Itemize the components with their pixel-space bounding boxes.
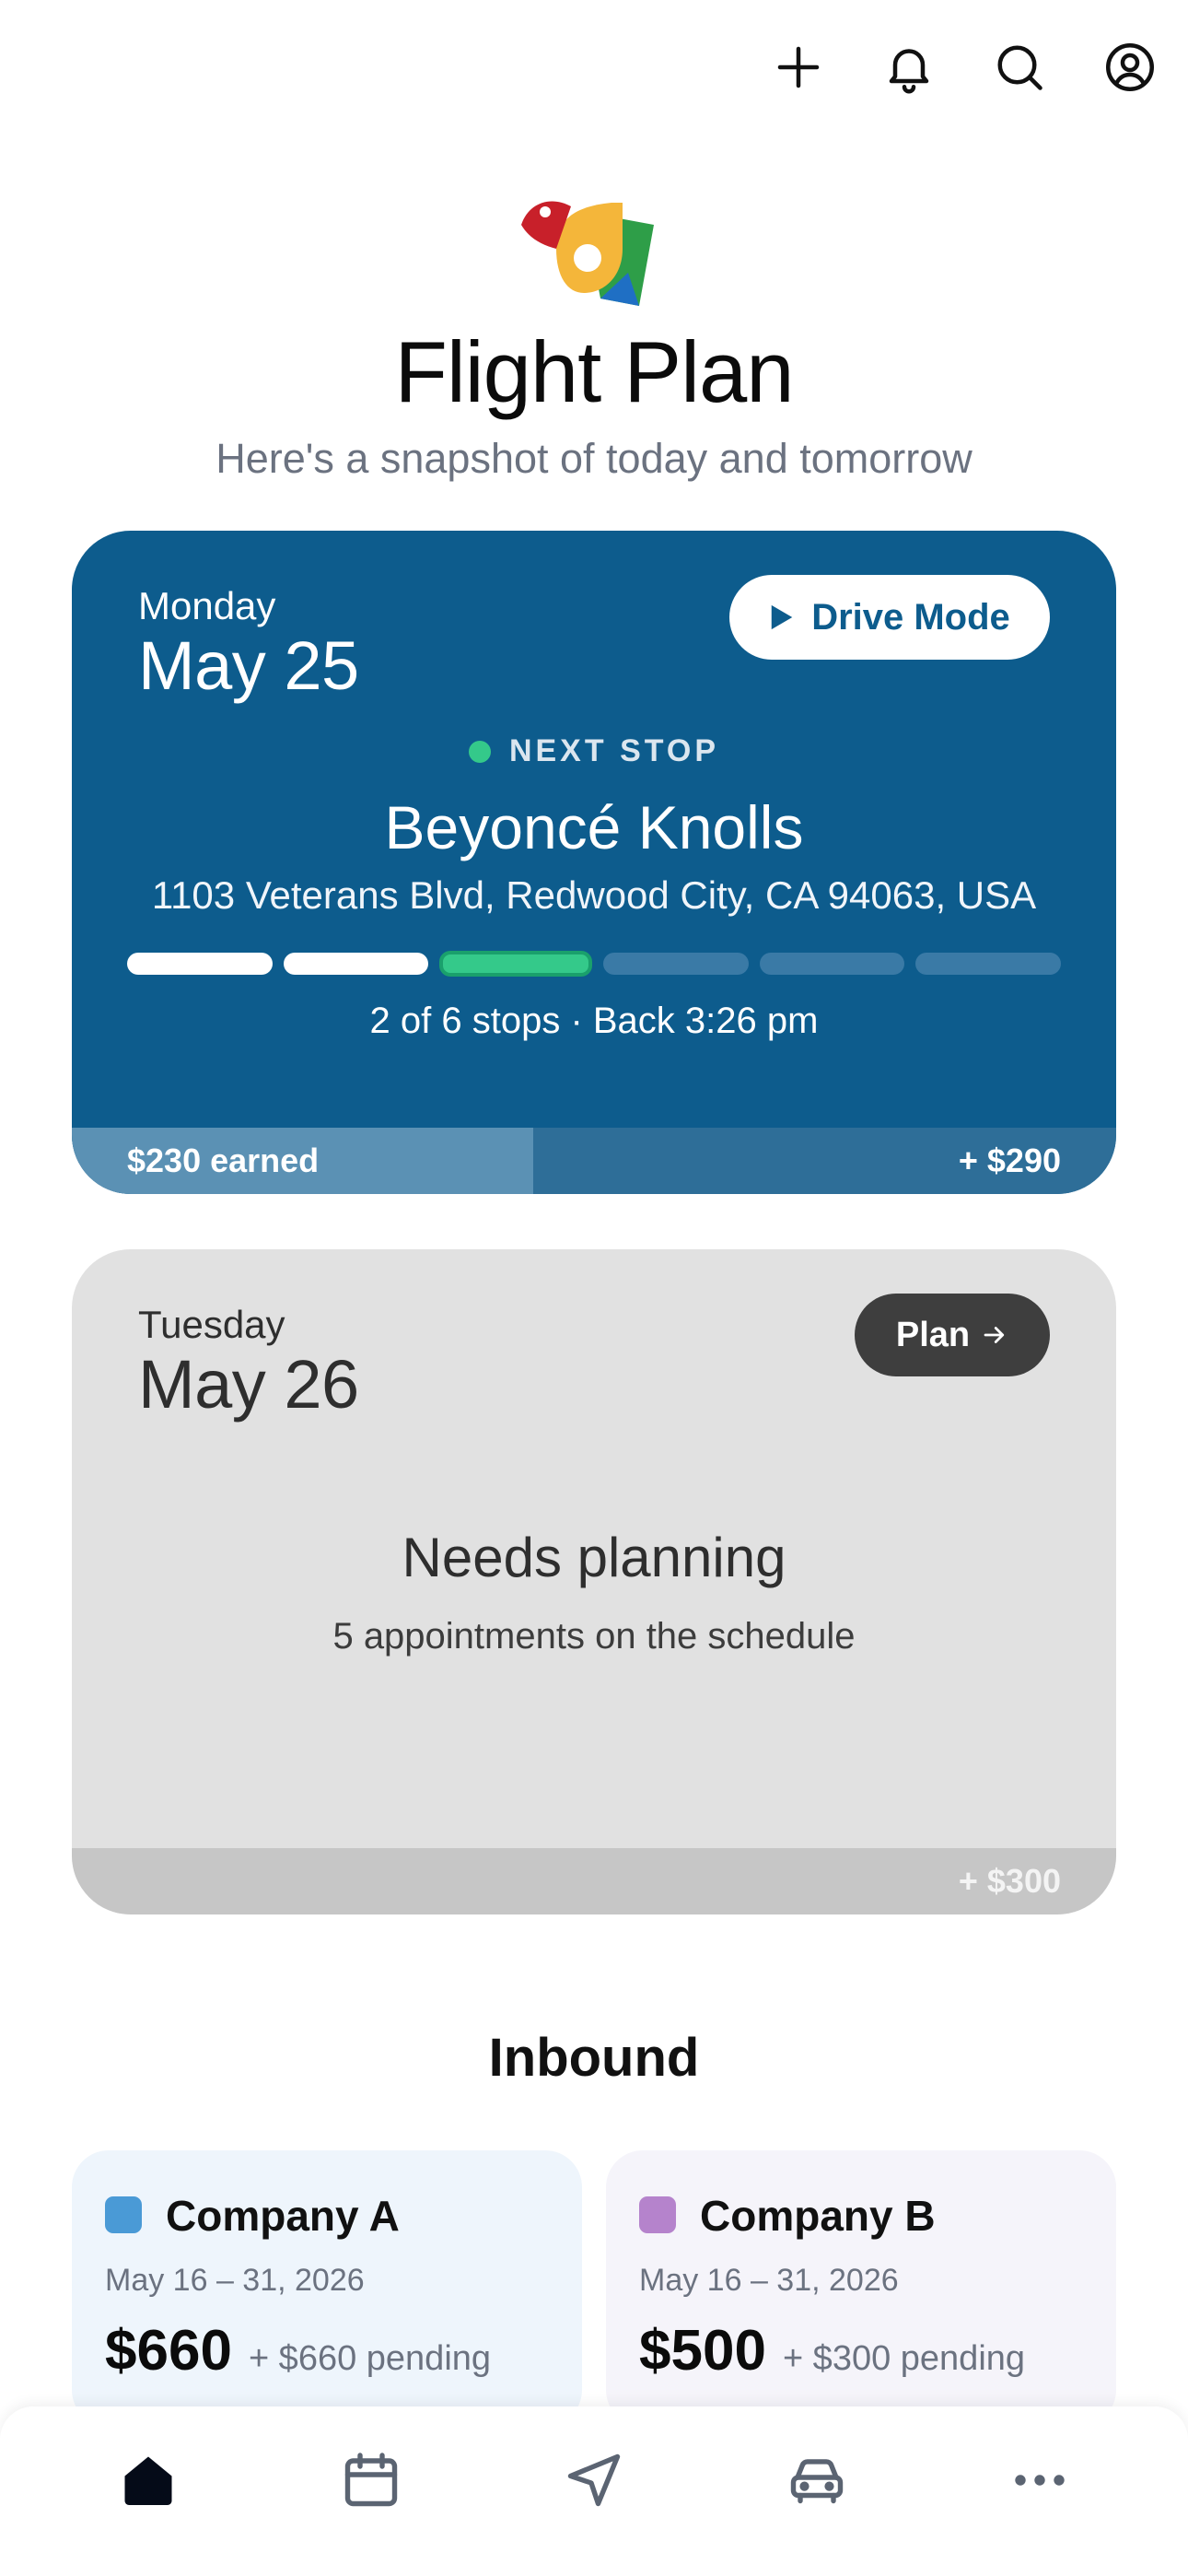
notifications-button[interactable] [871, 33, 947, 101]
remaining-amount: + $290 [958, 1142, 1061, 1179]
company-amount-row: $500 + $300 pending [639, 2318, 1025, 2383]
company-color-swatch [105, 2196, 142, 2233]
search-button[interactable] [982, 33, 1057, 101]
car-icon [790, 2459, 844, 2504]
arrow-right-icon [984, 1327, 1005, 1343]
today-day-name: Monday [138, 584, 276, 627]
nav-home[interactable] [93, 2425, 204, 2535]
planning-status-title: Needs planning [402, 1527, 786, 1588]
bell-icon [889, 49, 929, 94]
search-icon [997, 45, 1042, 90]
inbound-title: Inbound [488, 2028, 700, 2088]
company-dates: May 16 – 31, 2026 [639, 2263, 899, 2298]
tomorrow-day-name: Tuesday [138, 1303, 285, 1346]
nav-more[interactable] [984, 2425, 1095, 2535]
tomorrow-earnings-bar: + $300 [72, 1848, 1116, 1914]
play-icon [771, 604, 793, 630]
navigation-icon [567, 2453, 621, 2507]
earnings-bar: $230 earned + $290 [72, 1128, 1116, 1194]
planning-status-subtitle: 5 appointments on the schedule [332, 1616, 856, 1657]
company-name: Company A [166, 2192, 400, 2240]
today-date: May 25 [138, 627, 359, 704]
progress-segment [603, 953, 749, 975]
tomorrow-date: May 26 [138, 1346, 359, 1423]
progress-segment [127, 953, 273, 975]
company-amount-row: $660 + $660 pending [105, 2318, 491, 2383]
company-color-swatch [639, 2196, 676, 2233]
company-amount: $500 [639, 2319, 766, 2383]
company-card-a[interactable]: Company A May 16 – 31, 2026 $660 + $660 … [72, 2150, 582, 2427]
company-pending: + $300 pending [782, 2339, 1026, 2378]
plus-icon [777, 46, 820, 88]
stop-name: Beyoncé Knolls [384, 793, 804, 861]
profile-button[interactable] [1092, 33, 1168, 101]
home-icon [124, 2456, 172, 2505]
nav-calendar[interactable] [316, 2425, 426, 2535]
stops-summary: 2 of 6 stops · Back 3:26 pm [369, 1001, 819, 1041]
drive-mode-button[interactable]: Drive Mode [729, 575, 1050, 660]
more-icon [1015, 2475, 1065, 2486]
tomorrow-remaining-amount: + $300 [958, 1862, 1061, 1900]
company-pending: + $660 pending [248, 2339, 492, 2378]
drive-mode-label: Drive Mode [811, 596, 1010, 638]
earned-amount: $230 earned [127, 1142, 320, 1179]
page-title: Flight Plan [394, 323, 794, 420]
plan-label: Plan [895, 1315, 971, 1354]
page-subtitle: Here's a snapshot of today and tomorrow [215, 435, 973, 482]
user-circle-icon [1106, 43, 1154, 91]
tomorrow-card[interactable]: Tuesday May 26 Plan Needs planning 5 app… [72, 1249, 1116, 1914]
next-stop-label: NEXT STOP [508, 733, 720, 768]
progress-segment [439, 951, 593, 977]
stop-address[interactable]: 1103 Veterans Blvd, Redwood City, CA 940… [72, 873, 1116, 918]
app-logo [521, 201, 654, 306]
next-stop-indicator: NEXT STOP [72, 733, 1116, 769]
company-amount: $660 [105, 2319, 232, 2383]
bottom-nav [0, 2406, 1188, 2576]
app-screen: Flight Plan Here's a snapshot of today a… [0, 0, 1188, 2576]
company-dates: May 16 – 31, 2026 [105, 2263, 365, 2298]
top-bar [761, 33, 1168, 101]
progress-segment [759, 953, 905, 975]
nav-car[interactable] [762, 2425, 872, 2535]
stops-progress [127, 951, 1062, 977]
progress-segment [915, 953, 1062, 975]
nav-navigation[interactable] [539, 2425, 649, 2535]
plan-button[interactable]: Plan [855, 1294, 1050, 1376]
add-button[interactable] [761, 33, 836, 101]
today-card[interactable]: Monday May 25 Drive Mode NEXT STOP Beyon… [72, 531, 1116, 1194]
status-dot [468, 740, 491, 763]
company-name: Company B [700, 2192, 936, 2240]
calendar-icon [344, 2453, 398, 2507]
company-card-b[interactable]: Company B May 16 – 31, 2026 $500 + $300 … [606, 2150, 1116, 2427]
progress-segment [283, 953, 429, 975]
